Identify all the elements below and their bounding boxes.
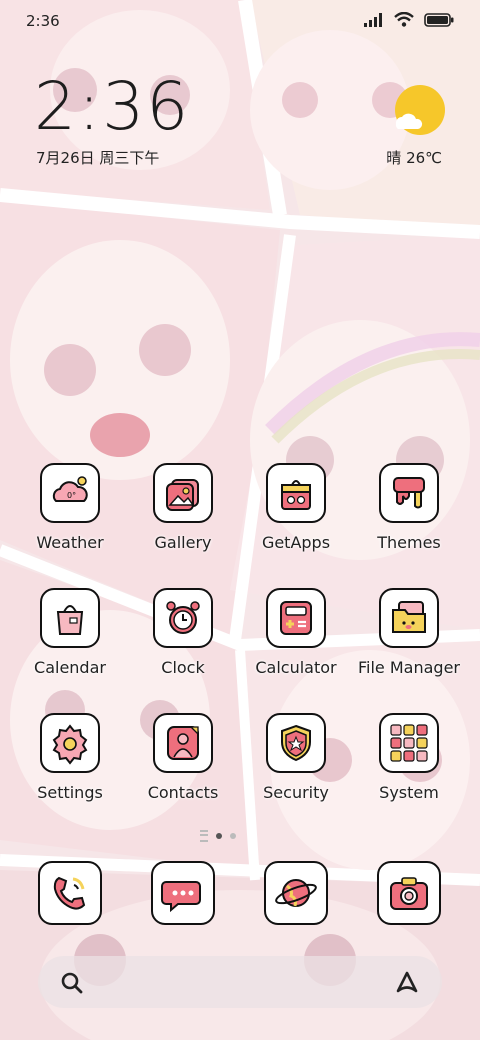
app-label: Clock	[161, 658, 205, 677]
app-contacts[interactable]: Contacts	[128, 713, 238, 813]
cloud-icon: 0°	[40, 463, 100, 523]
assistant-icon[interactable]	[394, 969, 420, 995]
dock-messages[interactable]	[151, 861, 215, 925]
weather-widget-text[interactable]: 晴 26℃	[386, 147, 442, 168]
status-time: 2:36	[26, 12, 60, 30]
page-dot-active	[216, 833, 222, 839]
app-weather[interactable]: 0° Weather	[15, 463, 125, 563]
status-bar: 2:36	[0, 0, 480, 40]
app-label: Security	[263, 783, 329, 802]
app-label: Calculator	[255, 658, 337, 677]
app-label: File Manager	[358, 658, 460, 677]
gear-icon	[40, 713, 100, 773]
app-label: System	[379, 783, 439, 802]
app-calculator[interactable]: Calculator	[241, 588, 351, 688]
clock-widget-date: 7月26日 周三下午	[36, 149, 160, 167]
calendar-bag-icon	[40, 588, 100, 648]
calculator-icon	[266, 588, 326, 648]
app-grid-icon	[379, 713, 439, 773]
battery-icon	[424, 12, 454, 27]
app-calendar[interactable]: Calendar	[15, 588, 125, 688]
store-icon	[266, 463, 326, 523]
signal-icon	[364, 12, 382, 27]
page-indicator[interactable]	[200, 830, 236, 842]
camera-icon	[377, 861, 441, 925]
phone-icon	[38, 861, 102, 925]
svg-text:0°: 0°	[67, 491, 76, 500]
app-label: Gallery	[154, 533, 212, 552]
app-gallery[interactable]: Gallery	[128, 463, 238, 563]
browser-planet-icon	[264, 861, 328, 925]
app-file-manager[interactable]: File Manager	[354, 588, 464, 688]
search-bar[interactable]	[38, 956, 442, 1008]
app-themes[interactable]: Themes	[354, 463, 464, 563]
folder-icon	[379, 588, 439, 648]
sun-cloud-icon[interactable]	[390, 84, 446, 140]
dock-browser[interactable]	[264, 861, 328, 925]
app-label: Settings	[37, 783, 103, 802]
weather-temperature: 26℃	[406, 149, 442, 167]
dock-phone[interactable]	[38, 861, 102, 925]
app-security[interactable]: Security	[241, 713, 351, 813]
status-icons	[364, 12, 454, 27]
page-dot	[230, 833, 236, 839]
app-label: Contacts	[147, 783, 219, 802]
app-label: Calendar	[34, 658, 106, 677]
photo-icon	[153, 463, 213, 523]
app-clock[interactable]: Clock	[128, 588, 238, 688]
contact-card-icon	[153, 713, 213, 773]
wifi-icon	[394, 12, 414, 27]
app-system[interactable]: System	[354, 713, 464, 813]
paint-bucket-icon	[379, 463, 439, 523]
shield-icon	[266, 713, 326, 773]
clock-widget-time[interactable]: 2:36	[34, 74, 190, 140]
app-getapps[interactable]: GetApps	[241, 463, 351, 563]
alarm-clock-icon	[153, 588, 213, 648]
search-icon[interactable]	[60, 971, 84, 995]
app-label: Themes	[377, 533, 441, 552]
dock-camera[interactable]	[377, 861, 441, 925]
weather-condition: 晴	[386, 149, 402, 167]
app-label: Weather	[36, 533, 104, 552]
app-settings[interactable]: Settings	[15, 713, 125, 813]
page-list-icon	[200, 830, 208, 842]
message-icon	[151, 861, 215, 925]
app-label: GetApps	[261, 533, 331, 552]
